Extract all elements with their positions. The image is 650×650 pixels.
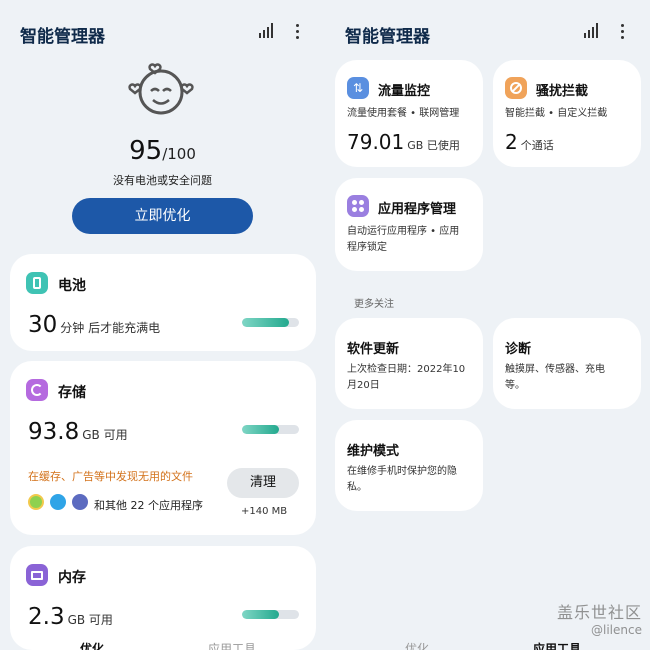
tab-app-tools[interactable]: 应用工具 [533,640,581,650]
app-manager-title: 应用程序管理 [378,202,457,217]
happy-face-icon [128,63,194,115]
memory-progress-fill [242,610,280,619]
battery-summary: 30 分钟 后才能充满电 [28,312,160,338]
watermark-user: @lilence [591,623,642,637]
app-manager-card[interactable]: 应用程序管理 自动运行应用程序 • 应用 程序锁定 [335,178,483,271]
block-icon [505,77,527,99]
data-transfer-icon: ⇅ [347,77,369,99]
battery-progress-fill [242,318,289,327]
status-text: 没有电池或安全问题 [113,174,212,187]
watermark: 盖乐世社区 @lilence [557,599,642,637]
junk-apps-list [28,494,88,510]
clean-button[interactable]: 清理 [227,468,299,498]
tab-app-tools[interactable]: 应用工具 [208,640,256,650]
battery-value: 30 [28,312,58,338]
storage-value: 93.8 [28,419,80,445]
app-icon-1 [28,494,44,510]
data-monitor-title: 流量监控 [378,84,431,99]
diagnostics-title: 诊断 [505,342,532,357]
memory-card[interactable]: 内存 2.3 GB 可用 [10,546,316,650]
score-max: /100 [162,145,196,163]
health-score: 95/100 [0,136,325,166]
software-update-card[interactable]: 软件更新 上次检查日期：2022年10 月20日 [335,318,483,409]
software-update-subtitle-2: 月20日 [347,380,380,391]
call-block-title: 骚扰拦截 [536,84,589,99]
battery-card[interactable]: 电池 30 分钟 后才能充满电 [10,254,316,351]
memory-progress-bar [242,610,299,619]
app-manager-subtitle-1: 自动运行应用程序 • 应用 [347,226,460,237]
score-value: 95 [129,136,163,166]
diagnostics-subtitle-2: 等。 [505,380,525,391]
memory-value: 2.3 [28,604,65,630]
diagnostics-subtitle-1: 触摸屏、传感器、充电 [505,364,605,375]
data-usage-unit: GB 已使用 [407,139,460,152]
app-title: 智能管理器 [20,27,105,47]
software-update-title: 软件更新 [347,342,400,357]
data-usage-value: 79.01 [347,130,405,154]
more-options-icon[interactable] [288,22,306,40]
storage-unit: GB 可用 [82,428,128,442]
data-usage-summary: 79.01 GB 已使用 [347,130,460,154]
blocked-calls-value: 2 [505,130,518,154]
app-manager-subtitle-2: 程序锁定 [347,242,387,253]
storage-pie-icon [26,379,48,401]
memory-chip-icon [26,564,48,586]
data-monitor-subtitle: 流量使用套餐 • 联网管理 [347,108,460,119]
memory-summary: 2.3 GB 可用 [28,604,113,630]
signal-bars-icon[interactable] [584,22,602,38]
optimize-now-button[interactable]: 立即优化 [72,198,253,234]
diagnostics-card[interactable]: 诊断 触摸屏、传感器、充电 等。 [493,318,641,409]
storage-progress-bar [242,425,299,434]
more-section-label: 更多关注 [354,299,394,310]
battery-progress-bar [242,318,299,327]
blocked-calls-summary: 2 个通话 [505,130,554,154]
tab-optimize[interactable]: 优化 [80,640,104,650]
optimize-panel: 智能管理器 95/100 没有电池或安全问题 立即优化 电池 30 分钟 后才能充… [0,0,325,650]
reclaim-size: +140 MB [241,506,288,517]
call-block-card[interactable]: 骚扰拦截 智能拦截 • 自定义拦截 2 个通话 [493,60,641,167]
tab-optimize[interactable]: 优化 [405,640,429,650]
data-monitor-card[interactable]: ⇅ 流量监控 流量使用套餐 • 联网管理 79.01 GB 已使用 [335,60,483,167]
cache-notice: 在缓存、广告等中发现无用的文件 [28,470,193,483]
battery-icon [26,272,48,294]
maintenance-mode-card[interactable]: 维护模式 在维修手机时保护您的隐 私。 [335,420,483,511]
app-icon-3 [72,494,88,510]
maintenance-mode-subtitle-2: 私。 [347,482,367,493]
call-block-subtitle: 智能拦截 • 自定义拦截 [505,108,608,119]
storage-progress-fill [242,425,280,434]
app-icon-2 [50,494,66,510]
storage-title: 存储 [58,385,86,401]
more-options-icon[interactable] [613,22,631,40]
memory-title: 内存 [58,570,86,586]
storage-card[interactable]: 存储 93.8 GB 可用 在缓存、广告等中发现无用的文件 和其他 22 个应用程… [10,361,316,535]
apps-grid-icon [347,195,369,217]
battery-unit: 分钟 后才能充满电 [60,321,161,335]
storage-summary: 93.8 GB 可用 [28,419,128,445]
software-update-subtitle-1: 上次检查日期：2022年10 [347,364,466,375]
maintenance-mode-subtitle-1: 在维修手机时保护您的隐 [347,466,457,477]
signal-bars-icon[interactable] [259,22,277,38]
blocked-calls-unit: 个通话 [520,139,554,152]
maintenance-mode-title: 维护模式 [347,444,400,459]
app-title: 智能管理器 [345,27,430,47]
other-apps-text: 和其他 22 个应用程序 [94,499,203,512]
watermark-site: 盖乐世社区 [556,603,642,622]
memory-unit: GB 可用 [67,613,113,627]
battery-title: 电池 [58,278,86,294]
app-tools-panel: 智能管理器 ⇅ 流量监控 流量使用套餐 • 联网管理 79.01 GB 已使用 骚… [325,0,650,650]
